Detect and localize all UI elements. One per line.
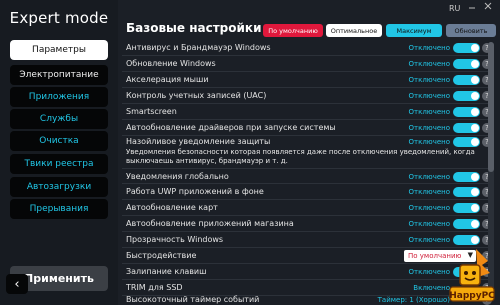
setting-status: Отключено xyxy=(408,172,450,181)
setting-row: Высокоточный таймер событий Таймер: 1 (Х… xyxy=(122,292,494,305)
setting-toggle[interactable] xyxy=(453,91,480,101)
setting-toggle[interactable] xyxy=(453,123,480,133)
setting-toggle[interactable] xyxy=(453,187,480,197)
setting-status: Отключено xyxy=(408,91,450,100)
sidebar: Expert mode Параметры Электропитание При… xyxy=(0,0,118,305)
setting-row: Контроль учетных записей (UAC) Отключено… xyxy=(122,88,494,104)
sidebar-item-parameters[interactable]: Параметры xyxy=(10,40,108,60)
setting-label: Прозрачность Windows xyxy=(126,235,224,244)
setting-status: Отключено xyxy=(408,59,450,68)
setting-label: Быстродействие xyxy=(126,251,197,260)
setting-status: Отключено xyxy=(408,107,450,116)
setting-status: Отключено xyxy=(408,43,450,52)
back-icon[interactable]: ‹ xyxy=(6,274,28,294)
setting-label: Работа UWP приложений в фоне xyxy=(126,187,264,196)
tooltip-text: Уведомления безопасности которая появляе… xyxy=(126,148,475,165)
setting-label: TRIM для SSD xyxy=(126,283,183,292)
setting-label: Контроль учетных записей (UAC) xyxy=(126,91,267,100)
setting-label: Smartscreen xyxy=(126,107,177,116)
setting-row: Автообновление приложений магазина Отклю… xyxy=(122,216,494,232)
settings-list: Антивирус и Брандмауэр Windows Отключено… xyxy=(118,0,500,305)
setting-label: Автообновление приложений магазина xyxy=(126,219,294,228)
app-title: Expert mode xyxy=(9,9,109,27)
setting-row: Уведомления глобально Отключено ? xyxy=(122,168,494,184)
setting-status: Отключено xyxy=(408,267,450,276)
setting-row: Акселерация мыши Отключено ? xyxy=(122,72,494,88)
setting-toggle[interactable] xyxy=(453,43,480,53)
setting-toggle[interactable] xyxy=(453,235,480,245)
setting-label: Залипание клавиш xyxy=(126,267,207,276)
setting-label: Назойливое уведомление защиты xyxy=(126,137,271,146)
setting-status: Отключено xyxy=(408,187,450,196)
scrollbar-thumb[interactable] xyxy=(488,42,494,172)
setting-status: Отключено xyxy=(408,203,450,212)
setting-row: Работа UWP приложений в фоне Отключено ? xyxy=(122,184,494,200)
setting-row: Smartscreen Отключено ? xyxy=(122,104,494,120)
sidebar-item-apps[interactable]: Приложения xyxy=(10,87,108,107)
setting-status: Отключено xyxy=(408,137,450,146)
setting-toggle[interactable] xyxy=(453,107,480,117)
setting-status: Таймер: 1 (Хорошо) xyxy=(377,295,450,304)
setting-row: Антивирус и Брандмауэр Windows Отключено… xyxy=(122,40,494,56)
setting-row: Залипание клавиш Отключено ? xyxy=(122,264,494,280)
setting-row: Обновление Windows Отключено ? xyxy=(122,56,494,72)
setting-label: Автообновление драйверов при запуске сис… xyxy=(126,123,336,132)
setting-toggle[interactable] xyxy=(453,203,480,213)
sidebar-item-services[interactable]: Службы xyxy=(10,109,108,129)
setting-row: Быстродействие По умолчанию ▼ ? xyxy=(122,248,494,264)
svg-text:HappyPC: HappyPC xyxy=(449,291,495,301)
setting-toggle[interactable] xyxy=(453,75,480,85)
sidebar-item-interrupts[interactable]: Прерывания xyxy=(10,199,108,219)
setting-toggle[interactable] xyxy=(453,59,480,69)
setting-status: Включено xyxy=(413,283,450,292)
setting-label: Антивирус и Брандмауэр Windows xyxy=(126,43,271,52)
sidebar-item-registry[interactable]: Твики реестра xyxy=(10,154,108,174)
sidebar-item-startup[interactable]: Автозагрузки xyxy=(10,177,108,197)
setting-toggle[interactable] xyxy=(453,137,480,147)
setting-status: Отключено xyxy=(408,75,450,84)
setting-label: Акселерация мыши xyxy=(126,75,209,84)
sidebar-item-power[interactable]: Электропитание xyxy=(10,65,108,85)
setting-status: Отключено xyxy=(408,219,450,228)
setting-label: Автообновление карт xyxy=(126,203,218,212)
sidebar-item-cleanup[interactable]: Очистка xyxy=(10,131,108,151)
setting-toggle[interactable] xyxy=(453,172,480,182)
setting-status: Отключено xyxy=(408,235,450,244)
setting-label: Уведомления глобально xyxy=(126,172,229,181)
setting-label: Высокоточный таймер событий xyxy=(126,295,260,304)
happypc-logo: HappyPC xyxy=(446,247,496,303)
setting-row: Прозрачность Windows Отключено ? xyxy=(122,232,494,248)
setting-status: Отключено xyxy=(408,123,450,132)
setting-row: Автообновление карт Отключено ? xyxy=(122,200,494,216)
setting-label: Обновление Windows xyxy=(126,59,216,68)
setting-toggle[interactable] xyxy=(453,219,480,229)
